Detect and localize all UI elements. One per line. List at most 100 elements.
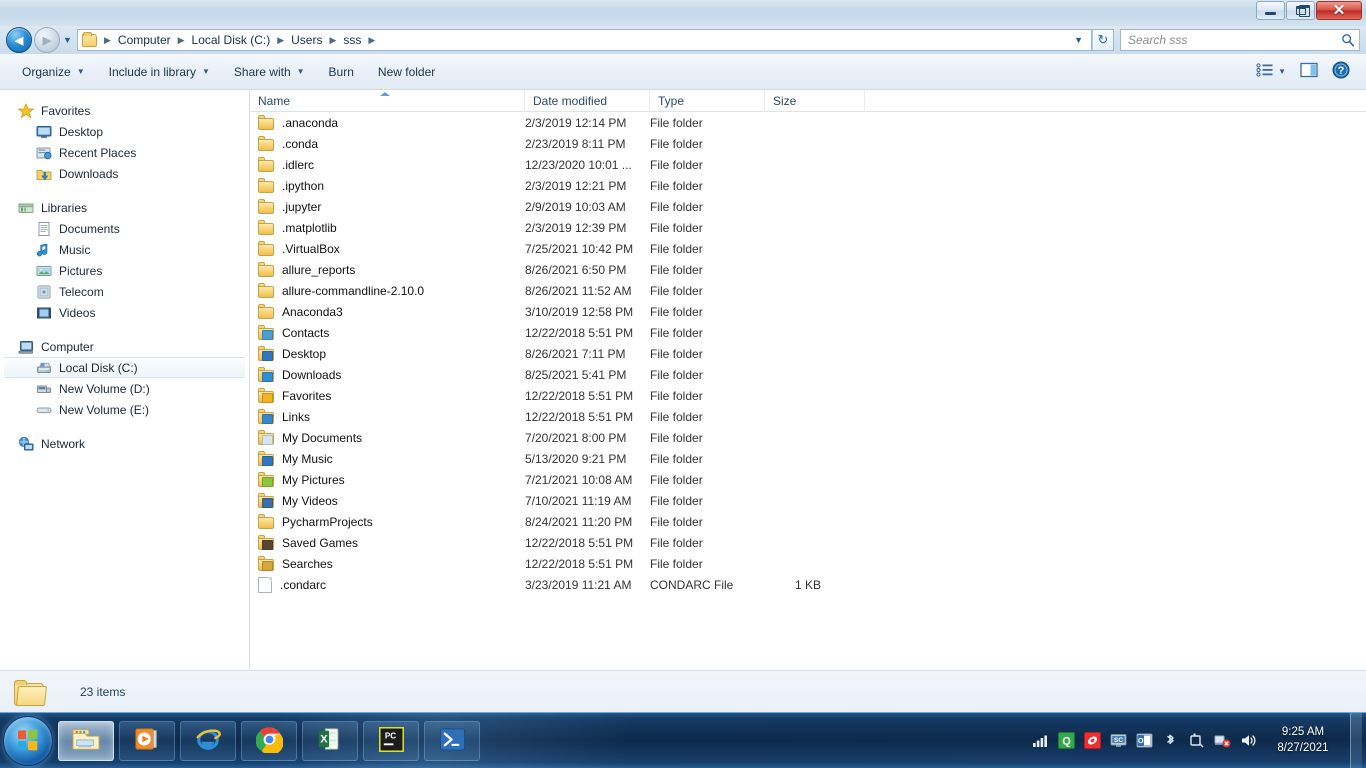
refresh-button[interactable]: ↻	[1092, 29, 1114, 51]
file-name-cell[interactable]: Links	[250, 409, 525, 424]
table-row[interactable]: .ipython 2/3/2019 12:21 PM File folder	[250, 175, 1366, 196]
search-input[interactable]	[1128, 33, 1341, 47]
volume-icon[interactable]	[1240, 732, 1257, 749]
file-name-cell[interactable]: .conda	[250, 136, 525, 151]
network-signal-icon[interactable]	[1032, 732, 1049, 749]
preview-pane-button[interactable]	[1294, 58, 1324, 85]
show-desktop-button[interactable]	[1350, 712, 1362, 768]
table-row[interactable]: Anaconda3 3/10/2019 12:58 PM File folder	[250, 301, 1366, 322]
sidebar-item-new-volume-e[interactable]: New Volume (E:)	[0, 399, 249, 420]
file-name-cell[interactable]: Saved Games	[250, 535, 525, 550]
sidebar-item-recent-places[interactable]: Recent Places	[0, 142, 249, 163]
column-header-name[interactable]: Name	[250, 89, 525, 112]
table-row[interactable]: PycharmProjects 8/24/2021 11:20 PM File fo…	[250, 511, 1366, 532]
table-row[interactable]: Desktop 8/26/2021 7:11 PM File folder	[250, 343, 1366, 364]
table-row[interactable]: My Documents 7/20/2021 8:00 PM File folder	[250, 427, 1366, 448]
table-row[interactable]: .matplotlib 2/3/2019 12:39 PM File folder	[250, 217, 1366, 238]
burn-button[interactable]: Burn	[317, 59, 366, 85]
network-error-icon[interactable]	[1214, 732, 1231, 749]
file-name-cell[interactable]: .ipython	[250, 178, 525, 193]
table-row[interactable]: Searches 12/22/2018 5:51 PM File folder	[250, 553, 1366, 574]
table-row[interactable]: Downloads 8/25/2021 5:41 PM File folder	[250, 364, 1366, 385]
table-row[interactable]: Contacts 12/22/2018 5:51 PM File folder	[250, 322, 1366, 343]
red-app-icon[interactable]	[1084, 732, 1101, 749]
table-row[interactable]: .VirtualBox 7/25/2021 10:42 PM File folder	[250, 238, 1366, 259]
file-name-cell[interactable]: Desktop	[250, 346, 525, 361]
taskbar-internet-explorer[interactable]	[180, 720, 236, 761]
breadcrumb-computer[interactable]: Computer	[115, 31, 174, 49]
file-name-cell[interactable]: My Pictures	[250, 472, 525, 487]
column-header-date-modified[interactable]: Date modified	[525, 89, 650, 112]
sidebar-item-pictures[interactable]: Pictures	[0, 260, 249, 281]
taskbar-windows-explorer[interactable]	[58, 720, 114, 761]
view-options-button[interactable]: ▼	[1250, 59, 1292, 84]
clock[interactable]: 9:25 AM 8/27/2021	[1270, 725, 1336, 756]
file-name-cell[interactable]: .jupyter	[250, 199, 525, 214]
sidebar-item-desktop[interactable]: Desktop	[0, 121, 249, 142]
history-dropdown-button[interactable]: ▼	[60, 27, 75, 53]
file-name-cell[interactable]: .anaconda	[250, 115, 525, 130]
navigation-pane[interactable]: Favorites Desktop Recent Places Download…	[0, 90, 250, 670]
breadcrumb-sss[interactable]: sss	[340, 31, 364, 49]
table-row[interactable]: Saved Games 12/22/2018 5:51 PM File folder	[250, 532, 1366, 553]
sidebar-item-libraries[interactable]: Libraries	[0, 197, 249, 218]
new-folder-button[interactable]: New folder	[366, 59, 447, 85]
file-name-cell[interactable]: Anaconda3	[250, 304, 525, 319]
minimize-button[interactable]	[1256, 1, 1285, 20]
sidebar-item-network[interactable]: Network	[0, 433, 249, 454]
file-name-cell[interactable]: Downloads	[250, 367, 525, 382]
column-header-type[interactable]: Type	[650, 89, 765, 112]
taskbar-google-chrome[interactable]	[241, 720, 297, 761]
taskbar-powershell[interactable]	[424, 720, 480, 761]
table-row[interactable]: My Music 5/13/2020 9:21 PM File folder	[250, 448, 1366, 469]
breadcrumb-bar[interactable]: ▶ Computer ▶ Local Disk (C:) ▶ Users ▶ s…	[77, 29, 1092, 51]
table-row[interactable]: My Videos 7/10/2021 11:19 AM File folder	[250, 490, 1366, 511]
file-name-cell[interactable]: allure-commandline-2.10.0	[250, 283, 525, 298]
table-row[interactable]: My Pictures 7/21/2021 10:08 AM File folder	[250, 469, 1366, 490]
table-row[interactable]: .jupyter 2/9/2019 10:03 AM File folder	[250, 196, 1366, 217]
search-box[interactable]	[1120, 29, 1360, 51]
file-name-cell[interactable]: Searches	[250, 556, 525, 571]
sidebar-item-computer[interactable]: Computer	[0, 336, 249, 357]
breadcrumb-local-disk[interactable]: Local Disk (C:)	[189, 31, 274, 49]
breadcrumb-users[interactable]: Users	[288, 31, 325, 49]
table-row[interactable]: .anaconda 2/3/2019 12:14 PM File folder	[250, 112, 1366, 133]
sidebar-item-downloads[interactable]: Downloads	[0, 163, 249, 184]
organize-button[interactable]: Organize ▼	[10, 59, 97, 85]
table-row[interactable]: Links 12/22/2018 5:51 PM File folder	[250, 406, 1366, 427]
screen-capture-icon[interactable]: SC	[1110, 732, 1127, 749]
file-name-cell[interactable]: My Videos	[250, 493, 525, 508]
taskbar-microsoft-excel[interactable]: X	[302, 720, 358, 761]
file-name-cell[interactable]: My Music	[250, 451, 525, 466]
back-button[interactable]: ◀	[6, 27, 32, 53]
file-name-cell[interactable]: .matplotlib	[250, 220, 525, 235]
sidebar-item-local-disk-c[interactable]: Local Disk (C:)	[4, 357, 245, 378]
sidebar-item-telecom[interactable]: Telecom	[0, 281, 249, 302]
table-row[interactable]: allure_reports 8/26/2021 6:50 PM File fold…	[250, 259, 1366, 280]
share-with-button[interactable]: Share with ▼	[222, 59, 317, 85]
start-button[interactable]	[3, 715, 53, 766]
forward-button[interactable]: ▶	[34, 27, 60, 53]
file-name-cell[interactable]: Favorites	[250, 388, 525, 403]
quick-heal-icon[interactable]: Q	[1058, 732, 1075, 749]
file-name-cell[interactable]: PycharmProjects	[250, 514, 525, 529]
help-button[interactable]: ?	[1326, 57, 1356, 86]
bluetooth-icon[interactable]	[1162, 732, 1179, 749]
taskbar-pycharm[interactable]: PC	[363, 720, 419, 761]
sidebar-item-favorites[interactable]: Favorites	[0, 100, 249, 121]
file-name-cell[interactable]: allure_reports	[250, 262, 525, 277]
table-row[interactable]: .conda 2/23/2019 8:11 PM File folder	[250, 133, 1366, 154]
safely-remove-hardware-icon[interactable]	[1188, 732, 1205, 749]
sidebar-item-new-volume-d[interactable]: New Volume (D:)	[0, 378, 249, 399]
column-header-size[interactable]: Size	[765, 89, 865, 112]
close-button[interactable]: ✕	[1316, 1, 1362, 20]
file-name-cell[interactable]: My Documents	[250, 430, 525, 445]
file-name-cell[interactable]: .condarc	[250, 576, 525, 593]
include-in-library-button[interactable]: Include in library ▼	[97, 59, 222, 85]
sidebar-item-music[interactable]: Music	[0, 239, 249, 260]
table-row[interactable]: allure-commandline-2.10.0 8/26/2021 11:52…	[250, 280, 1366, 301]
taskbar-windows-media-player[interactable]	[119, 720, 175, 761]
file-name-cell[interactable]: .VirtualBox	[250, 241, 525, 256]
restore-button[interactable]	[1286, 1, 1315, 20]
file-name-cell[interactable]: .idlerc	[250, 157, 525, 172]
